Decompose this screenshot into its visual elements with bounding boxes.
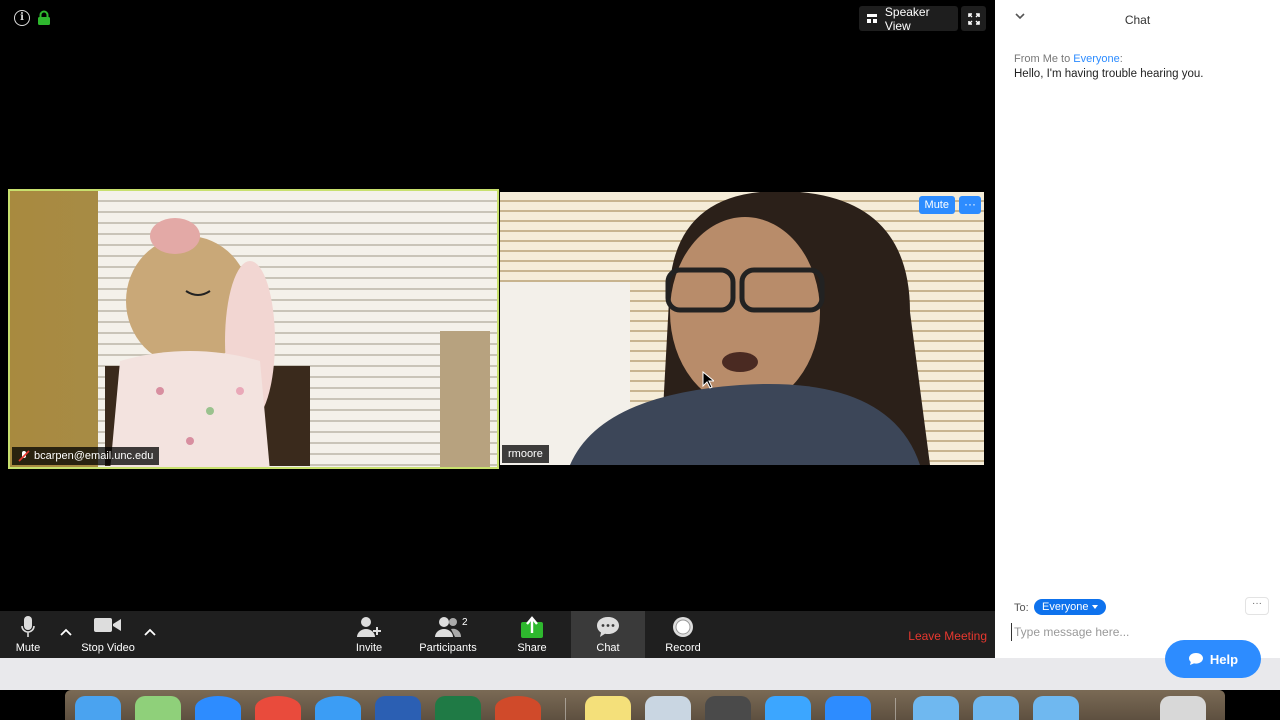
chat-bubble-icon [597,617,619,637]
chat-label: Chat [596,642,620,654]
chat-title: Chat [1124,13,1151,27]
recipient-value: Everyone [1042,601,1089,613]
meeting-area: i Speaker View bcarpen@email.unc.edu Mut… [0,0,995,658]
help-button[interactable]: Help [1165,640,1261,678]
fullscreen-icon [967,12,980,25]
message-recipient: Everyone [1073,53,1120,65]
share-label: Share [517,642,547,654]
video-options-chevron-up-icon[interactable] [144,627,156,637]
microphone-icon [21,616,35,637]
meeting-toolbar: Mute Stop Video Invite 2 Participants Sh… [0,611,995,658]
info-icon[interactable]: i [14,10,30,26]
record-button[interactable]: Record [663,611,703,658]
numbers-icon[interactable] [765,696,811,720]
invite-label: Invite [355,642,383,654]
add-person-icon [357,617,381,637]
participants-button[interactable]: 2 Participants [418,611,478,658]
mouse-cursor-icon [702,371,714,389]
speaker-view-button[interactable]: Speaker View [859,4,958,33]
participants-count-badge: 2 [462,617,468,628]
participant-name-label: rmoore [502,445,549,463]
folder-icon[interactable] [1033,696,1079,720]
share-button[interactable]: Share [512,611,552,658]
leave-meeting-button[interactable]: Leave Meeting [908,629,987,643]
folder-icon[interactable] [973,696,1019,720]
dock-separator [895,698,896,720]
help-label: Help [1209,651,1239,667]
remote-more-button[interactable]: ··· [959,196,981,214]
chat-message-input[interactable] [1011,623,1266,641]
stop-video-label: Stop Video [81,642,135,654]
mute-button[interactable]: Mute [8,611,48,658]
participant-name: bcarpen@email.unc.edu [34,450,154,462]
word-icon[interactable] [375,696,421,720]
powerpoint-icon[interactable] [495,696,541,720]
participants-icon [435,617,462,637]
fullscreen-button[interactable] [961,6,986,31]
mute-label: Mute [15,642,41,654]
dock [65,690,1225,720]
dock-separator [565,698,566,720]
video-tile-participant-1[interactable]: bcarpen@email.unc.edu [8,189,499,469]
invite-button[interactable]: Invite [350,611,388,658]
video-tile-participant-2[interactable]: Mute ··· rmoore [500,192,984,465]
folder-icon[interactable] [913,696,959,720]
participant-name-label: bcarpen@email.unc.edu [12,447,160,465]
video-camera-icon [94,618,121,632]
app-store-icon[interactable] [195,696,241,720]
message-from: From Me to [1014,53,1074,65]
video-feed [500,192,984,465]
finder-icon[interactable] [75,696,121,720]
record-icon [673,617,693,637]
share-screen-icon [521,616,543,638]
muted-mic-icon [18,450,30,462]
record-label: Record [665,642,701,654]
trash-icon[interactable] [1160,696,1206,720]
message-sender-line: From Me to Everyone: [1014,53,1123,65]
remote-mute-button[interactable]: Mute [918,196,955,214]
background-window [0,658,1280,690]
message-colon: : [1119,53,1123,65]
grid-icon [867,14,877,23]
lock-icon[interactable] [36,10,52,26]
preview-icon[interactable] [645,696,691,720]
chrome-icon[interactable] [255,696,301,720]
chat-message-text: Hello, I'm having trouble hearing you. [1014,68,1204,80]
to-label: To: [1014,602,1029,614]
recipient-select[interactable]: Everyone [1034,599,1107,615]
stickies-icon[interactable] [585,696,631,720]
chat-button[interactable]: Chat [571,611,645,658]
video-feed [10,191,497,467]
image-capture-icon[interactable] [135,696,181,720]
audio-options-chevron-up-icon[interactable] [60,627,72,637]
caret-down-icon [1092,605,1099,609]
participants-label: Participants [419,642,477,654]
speaker-view-label: Speaker View [884,4,930,33]
chat-bubble-icon [1188,653,1203,665]
participant-name: rmoore [508,448,543,460]
calculator-icon[interactable] [705,696,751,720]
safari-icon[interactable] [315,696,361,720]
stop-video-button[interactable]: Stop Video [78,611,138,658]
excel-icon[interactable] [435,696,481,720]
chat-more-button[interactable]: ··· [1245,597,1269,615]
zoom-icon[interactable] [825,696,871,720]
chat-panel: Chat From Me to Everyone: Hello, I'm hav… [995,0,1280,658]
